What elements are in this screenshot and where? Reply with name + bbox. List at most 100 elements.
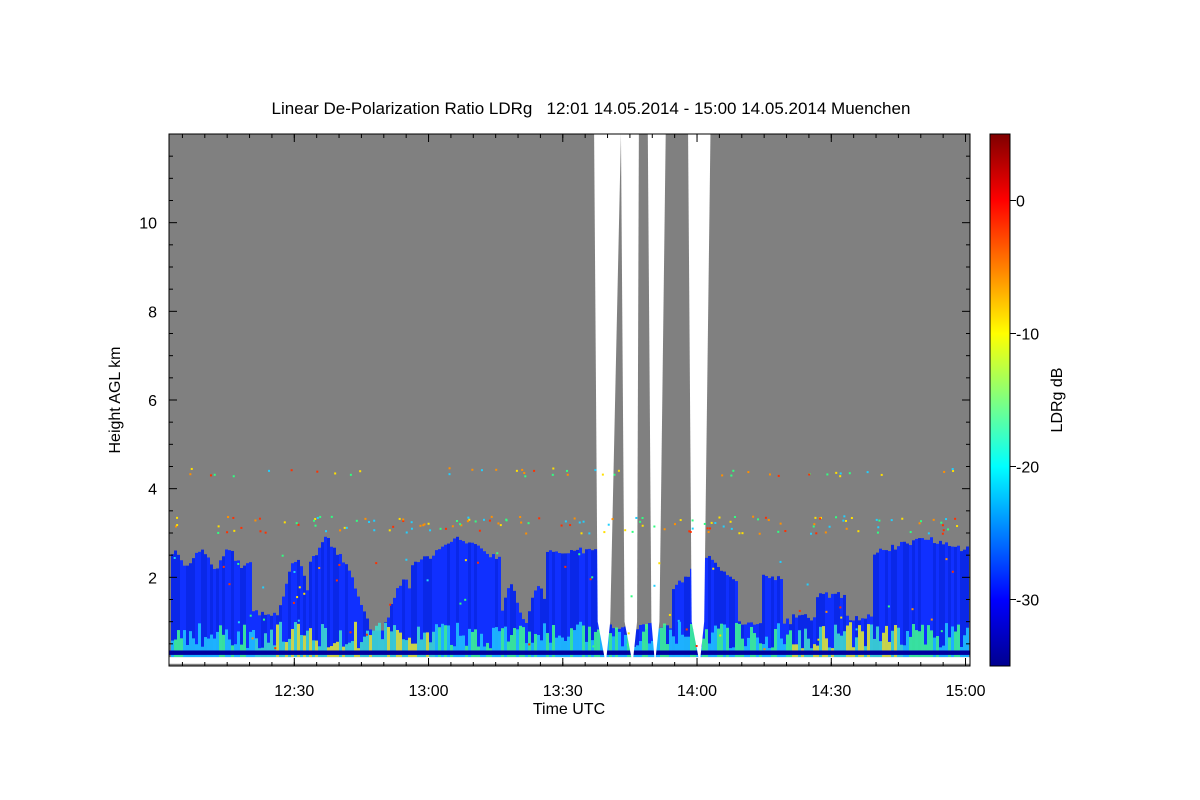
signal-dot xyxy=(190,467,193,470)
signal-dot xyxy=(444,527,447,530)
signal-dot xyxy=(673,523,676,526)
x-tick-label: 15:00 xyxy=(946,683,986,700)
signal-dot xyxy=(523,471,526,474)
signal-dot xyxy=(459,602,462,605)
x-tick-label: 13:30 xyxy=(543,683,583,700)
signal-dot xyxy=(594,469,597,472)
colorbar-tick-label: -30 xyxy=(1016,593,1039,610)
signal-dot xyxy=(613,473,616,476)
signal-dot xyxy=(730,474,733,477)
signal-dot xyxy=(878,519,881,522)
signal-dot xyxy=(719,634,722,637)
signal-column xyxy=(453,538,456,658)
signal-dot xyxy=(611,518,614,521)
signal-dot xyxy=(521,468,524,471)
signal-dot xyxy=(685,628,688,631)
signal-dot xyxy=(217,531,220,534)
signal-dot xyxy=(842,519,845,522)
x-tick-label: 14:30 xyxy=(811,683,851,700)
signal-dot xyxy=(296,596,299,599)
signal-dot xyxy=(911,608,914,611)
signal-dot xyxy=(316,516,319,519)
signal-dot xyxy=(410,521,413,524)
signal-column xyxy=(732,579,735,658)
colorbar-gradient xyxy=(989,133,1011,667)
signal-column xyxy=(771,576,774,658)
signal-column xyxy=(186,565,189,658)
signal-dot xyxy=(478,529,481,532)
signal-dot xyxy=(298,586,301,589)
signal-dot xyxy=(173,556,176,559)
signal-column xyxy=(483,551,486,658)
plot-area: 12:30 13:00 13:30 14:00 14:30 15:00 2 4 6 8 10 xyxy=(139,133,986,700)
signal-dot xyxy=(496,552,499,555)
signal-dot xyxy=(303,592,306,595)
signal-dot xyxy=(592,645,595,648)
signal-dot xyxy=(875,518,878,521)
signal-dot xyxy=(313,519,316,522)
signal-dot xyxy=(528,643,531,646)
signal-dot xyxy=(668,613,671,616)
signal-dot xyxy=(345,526,348,529)
near-ground-signal xyxy=(675,643,678,658)
signal-dot xyxy=(251,637,254,640)
near-ground-signal xyxy=(531,642,534,658)
signal-dot xyxy=(930,618,933,621)
signal-dot xyxy=(525,532,528,535)
signal-dot xyxy=(388,529,391,532)
signal-dot xyxy=(335,579,338,582)
signal-dot xyxy=(768,473,771,476)
signal-dot xyxy=(826,473,829,476)
y-tick-label: 2 xyxy=(148,570,157,587)
signal-dot xyxy=(941,524,944,527)
signal-dot xyxy=(368,520,371,523)
y-tick-label: 10 xyxy=(139,216,157,233)
signal-dot xyxy=(297,523,300,526)
signal-dot xyxy=(880,473,883,476)
signal-column xyxy=(345,564,348,658)
signal-dot xyxy=(691,527,694,530)
signal-dot xyxy=(798,609,801,612)
signal-dot xyxy=(777,530,780,533)
signal-dot xyxy=(828,525,831,528)
signal-dot xyxy=(695,645,698,648)
signal-dot xyxy=(524,475,527,478)
signal-dot xyxy=(779,560,782,563)
signal-column xyxy=(939,540,942,658)
signal-dot xyxy=(293,570,296,573)
signal-column xyxy=(411,565,414,658)
signal-dot xyxy=(471,468,474,471)
signal-column xyxy=(201,549,204,658)
signal-dot xyxy=(515,469,518,472)
signal-dot xyxy=(819,517,822,520)
signal-dot xyxy=(707,530,710,533)
signal-dot xyxy=(497,522,500,525)
signal-dot xyxy=(259,530,262,533)
signal-dot xyxy=(499,524,502,527)
signal-column xyxy=(489,557,492,658)
signal-dot xyxy=(249,614,252,617)
signal-dot xyxy=(375,562,378,565)
signal-dot xyxy=(398,517,401,520)
chart-title: Linear De-Polarization Ratio LDRg 12:01 … xyxy=(272,99,911,118)
signal-dot xyxy=(839,472,842,475)
signal-dot xyxy=(488,519,491,522)
signal-dot xyxy=(626,643,629,646)
signal-dot xyxy=(954,517,957,520)
y-tick-label: 8 xyxy=(148,304,157,321)
signal-dot xyxy=(627,632,630,635)
signal-dot xyxy=(176,524,179,527)
signal-dot xyxy=(189,473,192,476)
signal-dot xyxy=(813,523,816,526)
colorbar-tick-label: -10 xyxy=(1016,327,1039,344)
signal-dot xyxy=(866,471,869,474)
signal-column xyxy=(333,547,336,658)
signal-dot xyxy=(538,517,541,520)
signal-dot xyxy=(942,529,945,532)
signal-dot xyxy=(427,522,430,525)
signal-dot xyxy=(459,523,462,526)
signal-dot xyxy=(355,519,358,522)
signal-dot xyxy=(519,515,522,518)
signal-column xyxy=(342,562,345,658)
signal-dot xyxy=(835,471,838,474)
